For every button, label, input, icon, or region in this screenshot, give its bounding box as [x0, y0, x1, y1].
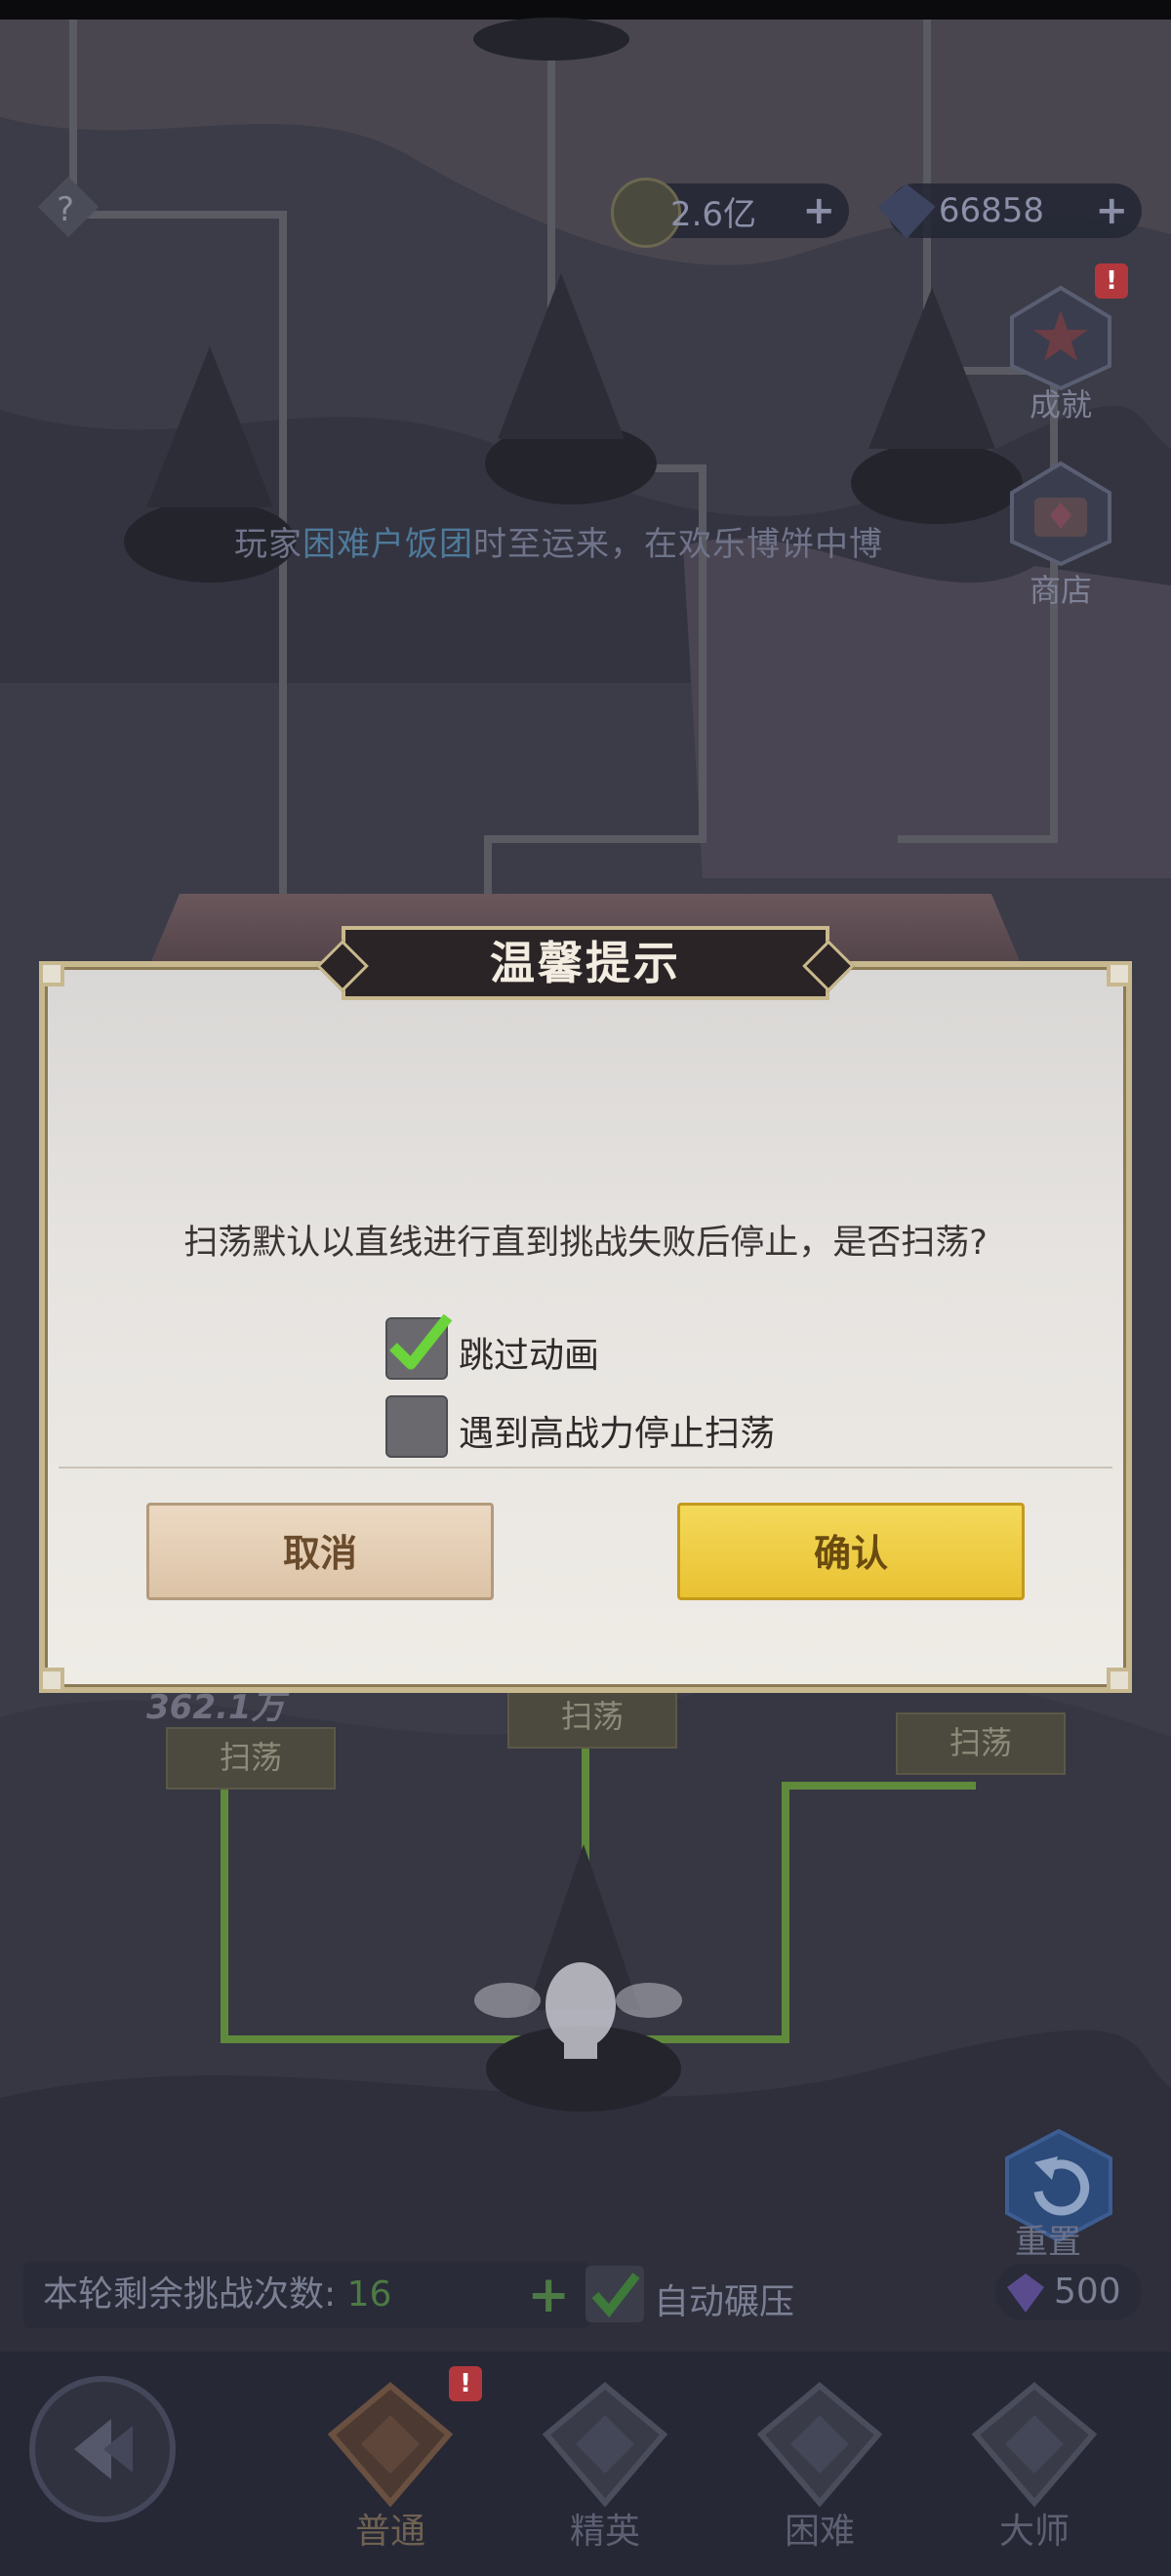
confirm-dialog: 温馨提示 扫荡默认以直线进行直到挑战失败后停止，是否扫荡? 跳过动画 遇到高战力… — [39, 883, 1132, 1693]
hard-emblem-icon — [756, 2382, 883, 2508]
corner-ornament — [39, 1668, 64, 1693]
shop-icon — [1010, 461, 1111, 566]
sweep-button-right[interactable]: 扫荡 — [896, 1712, 1066, 1775]
achievement-alert-badge: ! — [1095, 263, 1128, 299]
back-arrow-icon — [74, 2419, 133, 2479]
dialog-divider — [59, 1467, 1112, 1469]
corner-ornament — [1107, 1668, 1132, 1693]
confirm-button[interactable]: 确认 — [677, 1503, 1025, 1600]
corner-ornament — [1107, 961, 1132, 986]
skip-animation-checkbox[interactable] — [385, 1313, 453, 1380]
achievement-button[interactable]: 成就 ! — [997, 263, 1128, 429]
check-icon — [591, 2273, 640, 2318]
gold-counter: 2.6亿 + — [611, 178, 849, 248]
normal-alert-badge: ! — [449, 2366, 482, 2401]
shop-button[interactable]: 商店 — [997, 459, 1124, 609]
auto-crush-label: 自动碾压 — [654, 2282, 795, 2322]
check-icon — [389, 1313, 453, 1370]
tab-elite[interactable]: 精英 — [507, 2366, 703, 2561]
stop-on-high-power-label: 遇到高战力停止扫荡 — [459, 1414, 776, 1454]
corner-ornament — [39, 961, 64, 986]
gem-counter: 66858 + — [877, 183, 1142, 239]
tab-normal[interactable]: 普通 ! — [293, 2366, 488, 2561]
sweep-button-left[interactable]: 扫荡 — [166, 1727, 336, 1790]
cancel-button[interactable]: 取消 — [146, 1503, 494, 1600]
stop-on-high-power-checkbox[interactable] — [385, 1395, 448, 1458]
elite-emblem-icon — [542, 2382, 668, 2508]
gem-icon — [1007, 2274, 1044, 2313]
add-gold-button[interactable]: + — [802, 183, 835, 238]
tab-hard[interactable]: 困难 — [722, 2366, 917, 2561]
skip-animation-label: 跳过动画 — [459, 1336, 600, 1376]
back-button[interactable] — [29, 2376, 176, 2522]
add-gem-button[interactable]: + — [1095, 183, 1128, 238]
dialog-title: 温馨提示 — [316, 926, 855, 1000]
svg-text:?: ? — [57, 190, 74, 229]
achievement-icon — [1010, 285, 1111, 390]
dialog-message: 扫荡默认以直线进行直到挑战失败后停止，是否扫荡? — [183, 1224, 988, 1263]
master-emblem-icon — [971, 2382, 1098, 2508]
sweep-button-center[interactable]: 扫荡 — [507, 1686, 677, 1749]
tab-master[interactable]: 大师 — [937, 2366, 1132, 2561]
news-ticker: 玩家困难户饭团时至运来，在欢乐博饼中博 — [234, 525, 883, 564]
add-challenges-button[interactable]: + — [527, 2262, 570, 2328]
auto-crush-checkbox[interactable] — [586, 2266, 644, 2322]
reset-cost: 500 — [995, 2264, 1142, 2320]
remaining-challenges: 本轮剩余挑战次数: 16 + — [23, 2262, 589, 2328]
reset-label: 重置 — [1015, 2223, 1081, 2262]
